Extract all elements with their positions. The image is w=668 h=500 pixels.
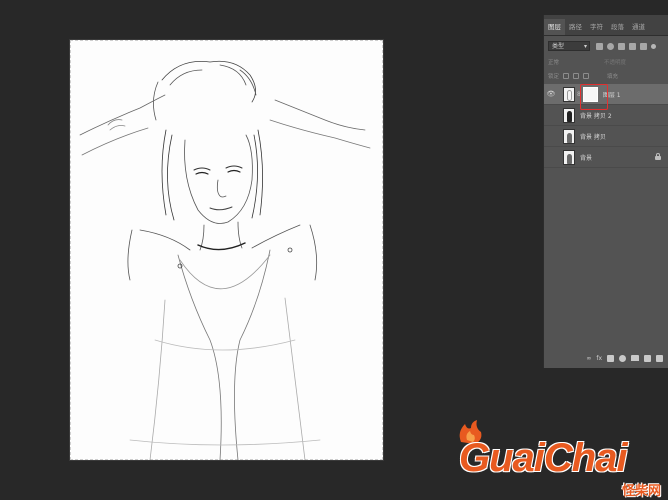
layer-name: 背景 拷贝 2 <box>580 112 612 120</box>
add-mask-icon[interactable] <box>607 354 614 362</box>
layer-name: 背景 <box>580 154 593 162</box>
brand-watermark: GuaiChai 怪柴网 <box>455 418 665 499</box>
layer-row-background[interactable]: 👁 背景 <box>544 147 668 168</box>
layer-thumbnail <box>563 107 575 123</box>
brand-subtitle: 怪柴网 <box>621 484 661 499</box>
panel-tabs: 图层 路径 字符 段落 通道 <box>544 15 668 36</box>
adjustment-filter-icon[interactable] <box>607 42 614 50</box>
tab-channels[interactable]: 通道 <box>628 19 649 35</box>
eye-icon[interactable]: 👁 <box>546 90 556 98</box>
tab-layers[interactable]: 图层 <box>544 19 565 35</box>
layer-mask-thumbnail[interactable] <box>579 83 608 110</box>
panel-footer: ∞ fx <box>544 352 668 364</box>
new-layer-icon[interactable] <box>644 354 651 362</box>
eye-icon[interactable]: 👁 <box>546 153 556 161</box>
layer-name: 背景 拷贝 <box>580 133 606 141</box>
layer-row-background-copy-2[interactable]: 👁 背景 拷贝 2 <box>544 105 668 126</box>
eye-icon[interactable]: 👁 <box>546 111 556 119</box>
lock-icon <box>655 153 661 160</box>
link-layers-icon[interactable]: ∞ <box>586 355 591 362</box>
sketch-artwork <box>79 60 371 460</box>
tab-paths[interactable]: 路径 <box>565 19 586 35</box>
filter-type-label: 类型 <box>552 43 565 50</box>
tab-character[interactable]: 字符 <box>586 19 607 35</box>
pixel-filter-icon[interactable] <box>596 42 603 50</box>
lock-all-icon[interactable] <box>583 73 590 79</box>
layer-thumbnail <box>563 149 575 165</box>
brand-name: GuaiChai <box>459 436 628 480</box>
opacity-label: 不透明度 <box>604 60 627 66</box>
layers-list: 👁 8 图层 1 👁 背景 拷贝 2 👁 背景 拷贝 👁 背景 <box>544 83 668 168</box>
layer-thumbnail <box>563 128 575 144</box>
new-group-icon[interactable] <box>631 355 639 361</box>
smart-object-filter-icon[interactable] <box>640 42 647 50</box>
layers-panel: 图层 路径 字符 段落 通道 类型 ▾ 正常 不透明度 锁定 填充 👁 8 图层… <box>543 15 668 368</box>
eye-icon[interactable]: 👁 <box>546 132 556 140</box>
adjustment-layer-icon[interactable] <box>619 354 626 362</box>
filter-row: 类型 ▾ <box>544 39 668 53</box>
filter-toggle-icon[interactable] <box>651 43 656 49</box>
chevron-down-icon: ▾ <box>583 43 587 50</box>
layer-row-background-copy[interactable]: 👁 背景 拷贝 <box>544 126 668 147</box>
lock-position-icon[interactable] <box>573 73 580 79</box>
layer-thumbnail <box>563 86 575 102</box>
fx-button[interactable]: fx <box>596 355 602 362</box>
fill-label: 填充 <box>607 74 619 80</box>
layer-row-layer-1[interactable]: 👁 8 图层 1 <box>544 83 668 110</box>
trash-icon[interactable] <box>656 354 663 362</box>
type-filter-icon[interactable] <box>618 42 625 50</box>
blend-row: 正常 不透明度 <box>544 56 668 68</box>
lock-label: 锁定 <box>548 74 560 80</box>
document-canvas[interactable] <box>70 40 383 460</box>
shape-filter-icon[interactable] <box>629 42 636 50</box>
filter-type-select[interactable]: 类型 ▾ <box>548 41 590 51</box>
tab-paragraph[interactable]: 段落 <box>607 19 628 35</box>
lock-row: 锁定 填充 <box>544 70 668 82</box>
blend-mode-select[interactable]: 正常 <box>548 58 604 66</box>
lock-pixels-icon[interactable] <box>563 73 570 79</box>
